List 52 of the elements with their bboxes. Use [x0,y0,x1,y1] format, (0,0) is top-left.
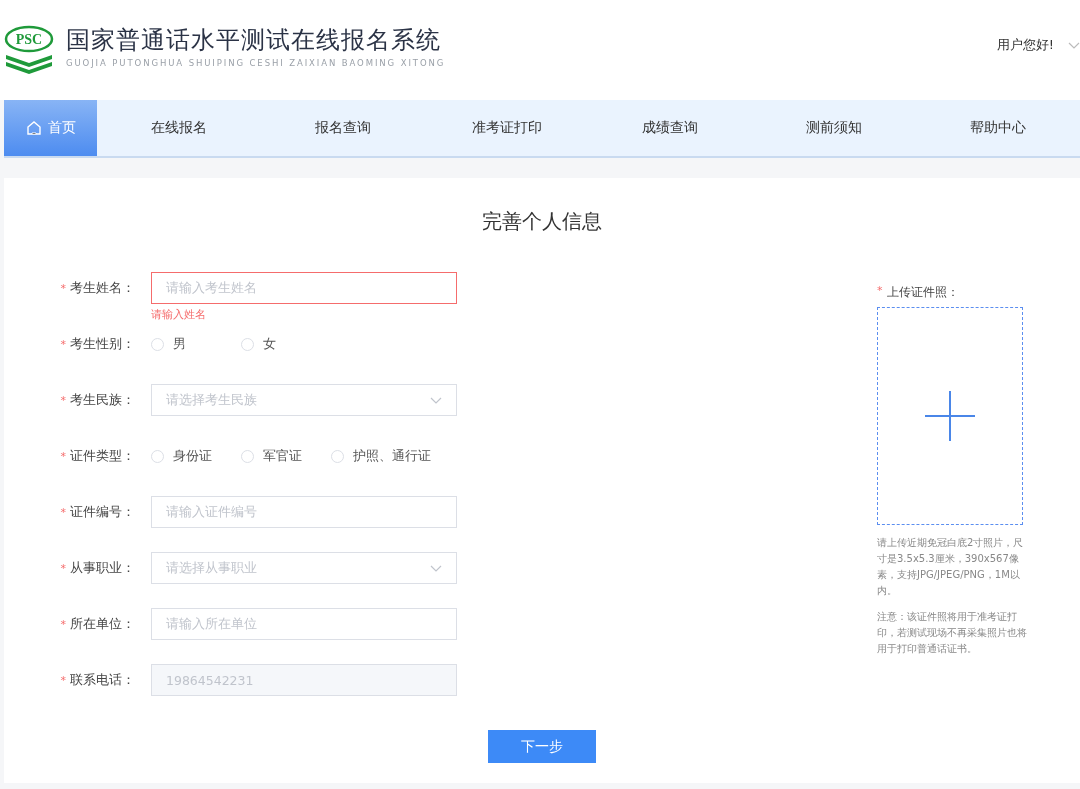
field-label: 考生姓名： [70,279,135,297]
radio-option[interactable]: 男 [151,335,241,353]
photo-upload-area[interactable] [877,307,1023,525]
chevron-down-icon [430,396,442,404]
radio-label: 男 [173,335,186,353]
field-label: 考生民族： [70,391,135,409]
radio-label: 女 [263,335,276,353]
radio-option[interactable]: 身份证 [151,447,241,465]
radio-option[interactable]: 军官证 [241,447,331,465]
user-greeting[interactable]: 用户您好! [996,36,1054,54]
field-label: 考生性别： [70,335,135,353]
required-mark: * [60,673,66,687]
required-mark: * [60,561,66,575]
chevron-down-icon [430,564,442,572]
form-title: 完善个人信息 [481,208,603,235]
upload-note: 请上传近期免冠白底2寸照片，尺寸是3.5x5.3厘米，390x567像素，支持JPG/JPEG/PNG，1M以内。 [877,536,1025,598]
required-mark: * [60,617,66,631]
radio-icon[interactable] [241,337,254,351]
radio-label: 身份证 [173,447,212,465]
upload-label: 上传证件照： [886,284,959,301]
field-label: 从事职业： [70,559,135,577]
required-mark: * [60,449,66,463]
required-mark: * [877,284,883,299]
nav-tab[interactable]: 成绩查询 [588,100,753,156]
radio-icon[interactable] [151,449,164,463]
nav-tab[interactable]: 测前须知 [752,100,917,156]
radio-icon[interactable] [241,449,254,463]
field-label: 所在单位： [70,615,135,633]
field-label: 证件类型： [70,447,135,465]
radio-option[interactable]: 女 [241,335,331,353]
upload-note: 注意：该证件照将用于准考证打印，若测试现场不再采集照片也将用于打印普通话证书。 [877,610,1027,656]
radio-label: 军官证 [263,447,302,465]
nav-tab[interactable]: 报名查询 [260,100,425,156]
error-message: 请输入姓名 [151,307,207,322]
site-title: 国家普通话水平测试在线报名系统 [66,25,442,56]
field-label: 证件编号： [70,503,135,521]
home-icon [25,120,42,136]
required-mark: * [60,505,66,519]
radio-option[interactable]: 护照、通行证 [331,447,439,465]
field-label: 联系电话： [70,671,135,689]
required-mark: * [60,281,66,295]
nav-tab[interactable]: 在线报名 [97,100,261,156]
nav-tab[interactable]: 准考证打印 [424,100,589,156]
required-mark: * [60,337,66,351]
site-subtitle: GUOJIA PUTONGHUA SHUIPING CESHI ZAIXIAN BAOMING XITONG [66,58,446,68]
chevron-down-icon[interactable] [1068,41,1080,49]
radio-label: 护照、通行证 [353,447,431,465]
radio-icon[interactable] [331,449,344,463]
nav-tab[interactable]: 帮助中心 [916,100,1080,156]
required-mark: * [60,393,66,407]
radio-icon[interactable] [151,337,164,351]
plus-icon [925,391,975,441]
